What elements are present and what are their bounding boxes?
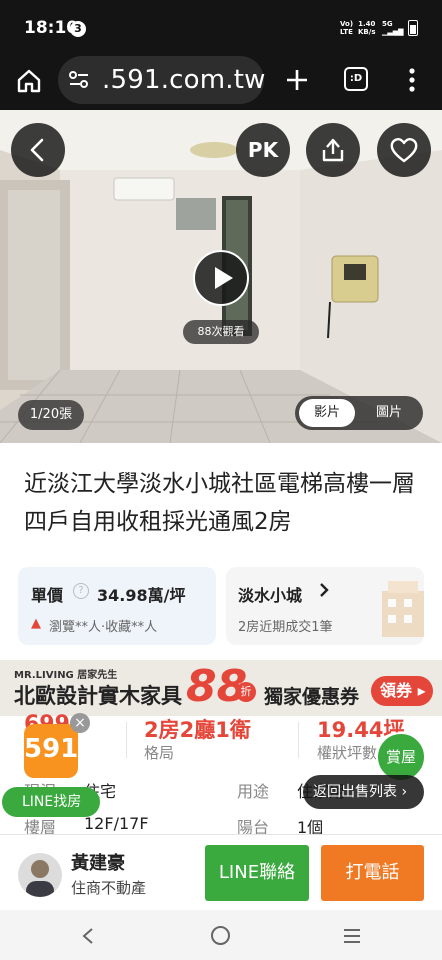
home-icon[interactable]: [16, 68, 42, 94]
browser-toolbar: .591.com.tw :D: [0, 52, 442, 110]
591-logo-float[interactable]: 591: [24, 724, 78, 778]
area-label: 權狀坪數: [317, 744, 378, 762]
building-illustration: [382, 581, 424, 637]
new-tab-icon[interactable]: [284, 67, 310, 93]
chevron-left-icon: [30, 138, 44, 162]
avatar: [18, 853, 62, 897]
photo-counter: 1/20張: [18, 400, 84, 430]
ad-banner[interactable]: MR.LIVING 居家先生 北歐設計實木家具 88 折 獨家優惠券 領券 ▸: [0, 660, 442, 716]
share-button[interactable]: [306, 123, 360, 177]
layout-label: 格局: [144, 744, 175, 762]
nav-home-icon[interactable]: [211, 926, 230, 945]
network-indicator: Vo) LTE: [340, 20, 354, 36]
heart-icon: [390, 138, 418, 163]
use-label: 用途: [237, 782, 270, 801]
unit-price-label: 單價: [31, 586, 64, 605]
ad-text-left: 北歐設計實木家具: [14, 684, 182, 708]
stat-divider: [298, 722, 299, 758]
floor-value: 12F/17F: [84, 814, 149, 833]
status-bar: 18:10 3 Vo) LTE 1.40 KB/s 5G ▁▃▅▇: [0, 0, 442, 52]
view-count: 88次觀看: [183, 320, 259, 344]
ad-cta-button[interactable]: 領券 ▸: [371, 676, 433, 706]
line-contact-button[interactable]: LINE聯絡: [205, 845, 309, 901]
stat-divider: [126, 722, 127, 758]
community-name: 淡水小城: [238, 586, 303, 605]
chevron-right-icon: [318, 580, 330, 604]
listing-title: 近淡江大學淡水小城社區電梯高樓一層四戶自用收租採光通風2房: [24, 471, 415, 535]
favorite-button[interactable]: [377, 123, 431, 177]
site-settings-icon[interactable]: [68, 70, 90, 90]
battery-icon: [408, 20, 418, 36]
more-menu-icon[interactable]: [408, 67, 416, 93]
fire-icon: ▲: [31, 616, 41, 631]
unit-price-value: 34.98萬/坪: [97, 586, 186, 605]
tab-video[interactable]: 影片: [299, 399, 355, 427]
listing-photo[interactable]: PK 88次觀看 1/20張 影片 圖片: [0, 110, 442, 443]
tab-switcher-icon[interactable]: :D: [344, 67, 368, 91]
play-video-button[interactable]: [193, 250, 249, 306]
tab-photo[interactable]: 圖片: [361, 399, 417, 427]
ad-brand: MR.LIVING 居家先生: [14, 670, 118, 681]
line-find-button[interactable]: LINE找房: [2, 787, 100, 817]
back-to-list-button[interactable]: 返回出售列表 ›: [303, 775, 424, 809]
unit-price-card: 單價 ? 34.98萬/坪 ▲ 瀏覽**人·收藏**人: [18, 567, 216, 645]
speed-indicator: 1.40 KB/s: [358, 20, 376, 36]
call-button[interactable]: 打電話: [321, 845, 424, 901]
signal-icon: 5G ▁▃▅▇: [382, 20, 404, 36]
popularity-stats: 瀏覽**人·收藏**人: [49, 620, 158, 635]
agent-company: 住商不動產: [71, 879, 147, 897]
layout-value: 2房2廳1衛: [144, 718, 251, 742]
play-icon: [215, 267, 233, 289]
back-button[interactable]: [11, 123, 65, 177]
url-domain: .591.com.tw: [102, 65, 266, 95]
agent-name: 黃建豪: [71, 853, 125, 874]
ad-text-right: 獨家優惠券: [264, 686, 360, 708]
media-toggle: 影片 圖片: [295, 396, 423, 430]
nav-recents-icon[interactable]: [343, 928, 361, 948]
nav-back-icon[interactable]: [80, 926, 96, 950]
ad-zhe-badge: 折: [236, 682, 256, 702]
pk-compare-button[interactable]: PK: [236, 123, 290, 177]
close-float-icon[interactable]: ×: [70, 713, 90, 733]
community-note: 2房近期成交1筆: [238, 620, 333, 635]
community-card[interactable]: 淡水小城 2房近期成交1筆: [226, 567, 424, 645]
share-icon: [322, 138, 344, 162]
contact-bar: 黃建豪 住商不動產 LINE聯絡 打電話: [0, 834, 442, 910]
591-logo-text: 591: [24, 734, 79, 764]
info-icon[interactable]: ?: [73, 583, 89, 599]
system-nav-bar: [0, 910, 442, 960]
notification-badge: 3: [70, 21, 86, 37]
address-bar[interactable]: .591.com.tw: [58, 56, 266, 104]
